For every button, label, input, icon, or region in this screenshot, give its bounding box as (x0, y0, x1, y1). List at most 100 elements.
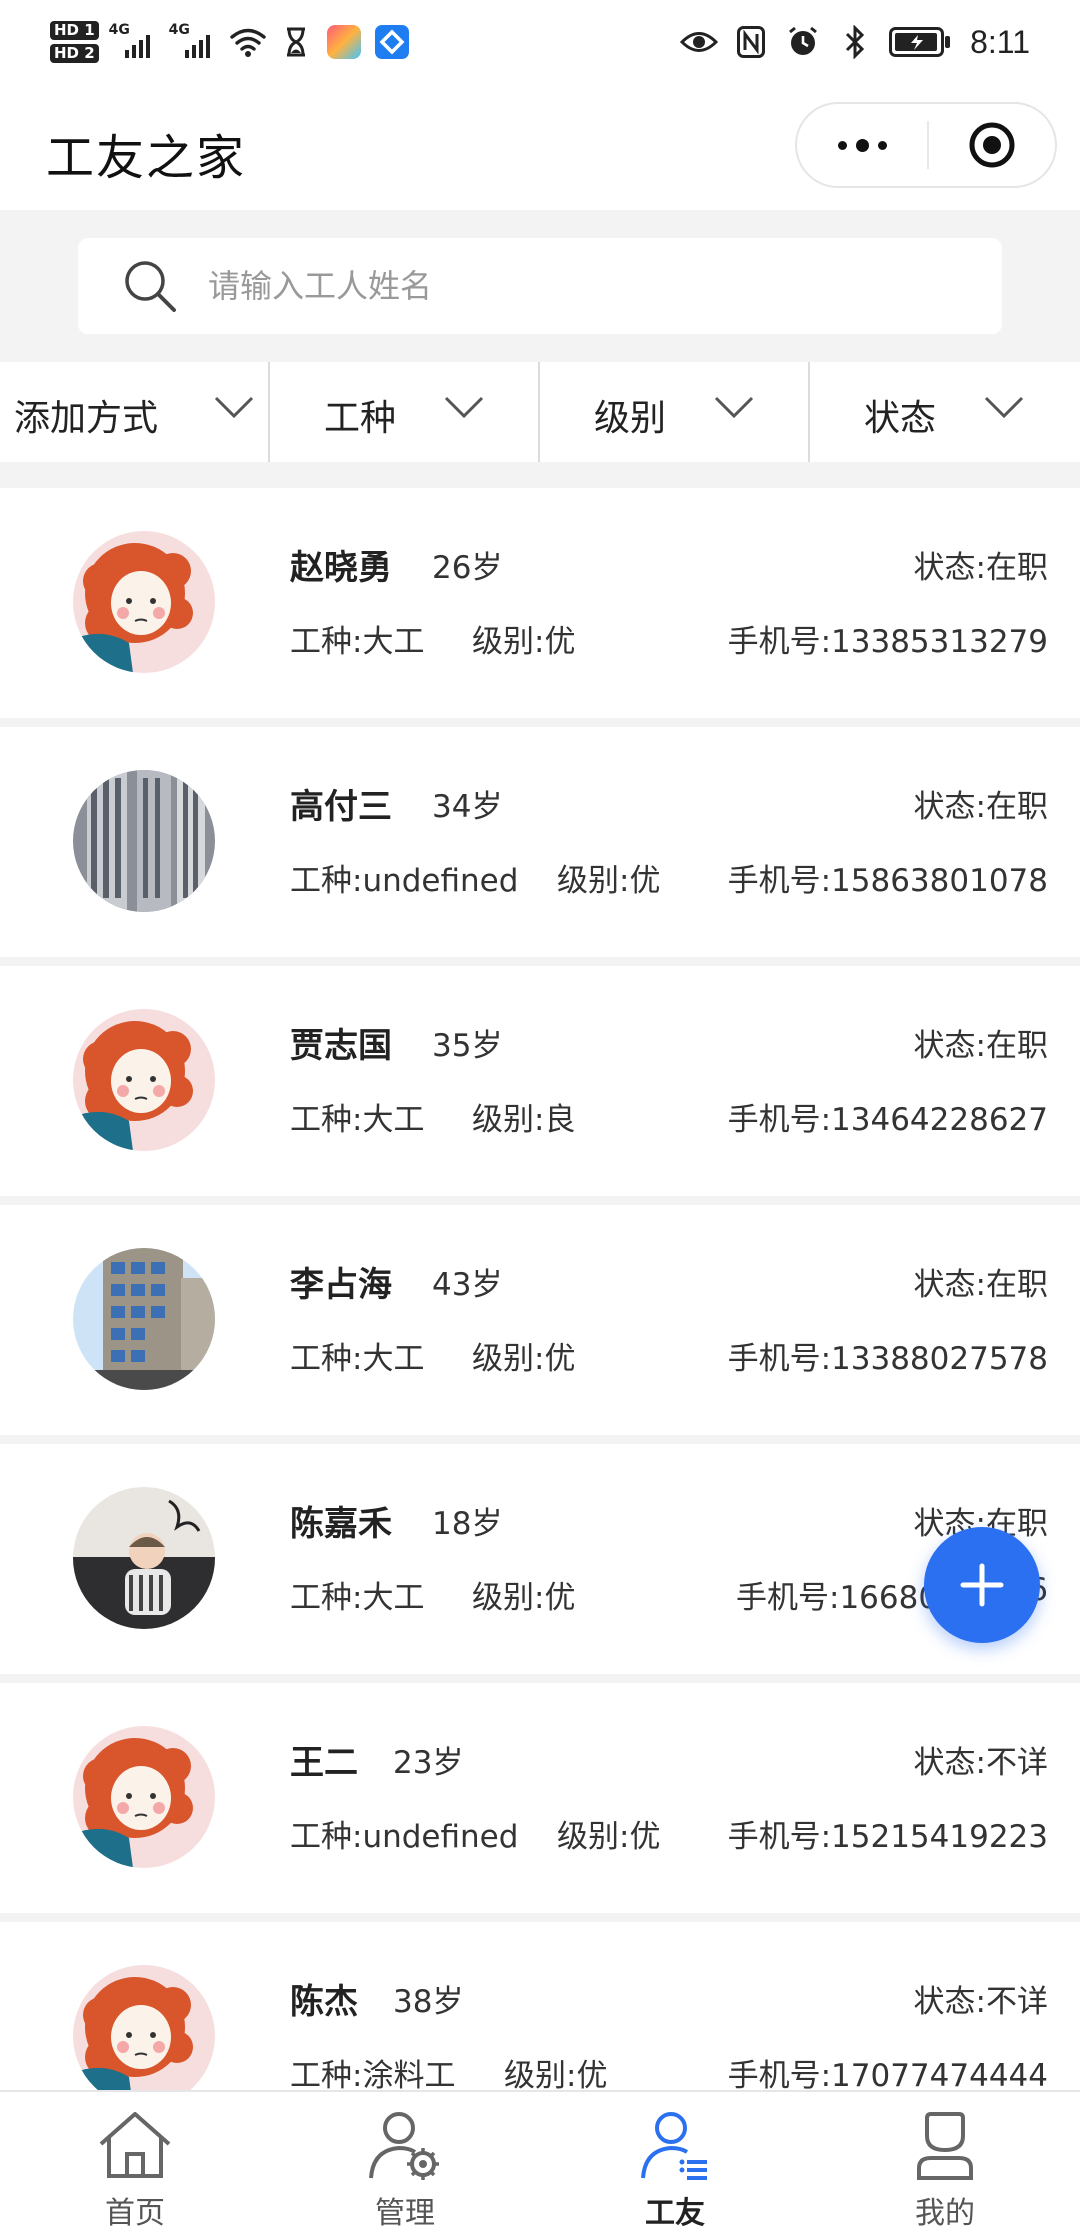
filter-level[interactable]: 级别 (540, 362, 810, 462)
worker-card[interactable]: 李占海 43岁 状态:在职 工种:大工 级别:优 手机号:13388027578 (0, 1205, 1080, 1435)
worker-card[interactable]: 贾志国 35岁 状态:在职 工种:大工 级别:良 手机号:13464228627 (0, 966, 1080, 1196)
worker-type: 工种:大工 (290, 1580, 425, 1616)
tab-label: 管理 (375, 2196, 435, 2231)
avatar (73, 770, 215, 912)
worker-status: 状态:在职 (913, 789, 1048, 825)
sim-badges: HD 1 HD 2 (50, 21, 99, 63)
worker-status: 状态:在职 (913, 1028, 1048, 1064)
worker-status: 状态:在职 (913, 1267, 1048, 1303)
plus-icon (960, 1563, 1004, 1607)
tab-label: 首页 (105, 2196, 165, 2231)
home-icon (99, 2112, 171, 2178)
sim2-badge: HD 2 (50, 44, 99, 63)
tab-manage[interactable]: 管理 (270, 2092, 540, 2240)
worker-name: 高付三 (290, 787, 392, 827)
eye-icon (680, 23, 719, 61)
tab-bar: 首页 管理 工友 我的 (0, 2090, 1080, 2240)
tab-workers[interactable]: 工友 (540, 2092, 810, 2240)
worker-age: 35岁 (432, 1028, 503, 1064)
tab-label: 工友 (645, 2196, 705, 2231)
worker-status: 状态:不详 (913, 1984, 1048, 2020)
tab-home[interactable]: 首页 (0, 2092, 270, 2240)
status-right: 8:11 (680, 12, 1030, 72)
signal-icon: 4G (109, 22, 159, 62)
filter-label: 级别 (594, 398, 667, 439)
worker-phone: 手机号:16680 (736, 1580, 939, 1616)
worker-phone: 手机号:13464228627 (727, 1102, 1048, 1138)
target-icon[interactable] (929, 104, 1055, 186)
filter-spacer (0, 462, 1080, 488)
signal-icon: 4G (169, 22, 219, 62)
search-box[interactable] (78, 238, 1002, 334)
worker-status: 状态:在职 (913, 550, 1048, 586)
worker-age: 26岁 (432, 550, 503, 586)
worker-phone: 手机号:17077474444 (727, 2058, 1048, 2090)
add-worker-button[interactable] (924, 1527, 1040, 1643)
worker-age: 34岁 (432, 789, 503, 825)
worker-type: 工种:涂料工 (290, 2058, 456, 2090)
bluetooth-icon (836, 23, 874, 61)
battery-icon (888, 23, 952, 61)
worker-phone: 手机号:13388027578 (727, 1341, 1048, 1377)
filter-work-type[interactable]: 工种 (270, 362, 540, 462)
status-bar: HD 1 HD 2 4G 4G 8:11 (0, 0, 1080, 82)
filter-add-method[interactable]: 添加方式 (0, 362, 270, 462)
app-icon (325, 23, 363, 61)
worker-age: 23岁 (393, 1745, 464, 1781)
clock-time: 8:11 (970, 23, 1030, 60)
worker-card[interactable]: 高付三 34岁 状态:在职 工种:undefined 级别:优 手机号:1586… (0, 727, 1080, 957)
tab-label: 我的 (915, 2196, 975, 2231)
search-icon (125, 261, 176, 312)
worker-card[interactable]: 陈嘉禾 18岁 状态:在职 工种:大工 级别:优 手机号:16680 6 (0, 1444, 1080, 1674)
tab-mine[interactable]: 我的 (810, 2092, 1080, 2240)
worker-card[interactable]: 赵晓勇 26岁 状态:在职 工种:大工 级别:优 手机号:13385313279 (0, 488, 1080, 718)
avatar (73, 1487, 215, 1629)
worker-type: 工种:大工 (290, 1341, 425, 1377)
avatar (73, 1726, 215, 1868)
worker-name: 贾志国 (290, 1026, 392, 1066)
filter-bar: 添加方式 工种 级别 状态 (0, 362, 1080, 462)
filter-label: 添加方式 (14, 398, 159, 439)
chevron-down-icon (214, 396, 254, 419)
status-left: HD 1 HD 2 4G 4G (50, 12, 411, 72)
avatar (73, 1965, 215, 2090)
worker-level: 级别:优 (472, 1341, 576, 1377)
hourglass-icon (277, 23, 315, 61)
avatar (73, 1248, 215, 1390)
worker-type: 工种:undefined (290, 863, 519, 899)
worker-phone: 手机号:13385313279 (727, 624, 1048, 660)
profile-icon (917, 2112, 973, 2180)
worker-level: 级别:优 (557, 1819, 661, 1855)
worker-name: 陈嘉禾 (290, 1504, 392, 1544)
mini-program-capsule (795, 102, 1057, 188)
title-bar: 工友之家 (0, 82, 1080, 210)
filter-status[interactable]: 状态 (810, 362, 1080, 462)
worker-card[interactable]: 陈杰 38岁 状态:不详 工种:涂料工 级别:优 手机号:17077474444 (0, 1922, 1080, 2090)
worker-phone: 手机号:15215419223 (727, 1819, 1048, 1855)
user-gear-icon (369, 2112, 439, 2180)
worker-name: 王二 (290, 1743, 358, 1783)
worker-age: 38岁 (393, 1984, 464, 2020)
worker-card[interactable]: 王二 23岁 状态:不详 工种:undefined 级别:优 手机号:15215… (0, 1683, 1080, 1913)
worker-phone: 手机号:15863801078 (727, 863, 1048, 899)
chevron-down-icon (444, 396, 484, 419)
worker-type: 工种:大工 (290, 624, 425, 660)
worker-age: 18岁 (432, 1506, 503, 1542)
worker-level: 级别:优 (472, 1580, 576, 1616)
worker-type: 工种:undefined (290, 1819, 519, 1855)
search-area (0, 210, 1080, 362)
worker-level: 级别:优 (557, 863, 661, 899)
page-title: 工友之家 (46, 130, 247, 186)
worker-name: 陈杰 (290, 1982, 358, 2022)
search-input[interactable] (208, 256, 968, 316)
app-icon (373, 23, 411, 61)
worker-level: 级别:优 (504, 2058, 608, 2090)
worker-name: 赵晓勇 (290, 548, 392, 588)
worker-level: 级别:优 (472, 624, 576, 660)
chevron-down-icon (714, 396, 754, 419)
user-list-icon (641, 2112, 707, 2180)
worker-name: 李占海 (290, 1265, 392, 1305)
worker-list: 赵晓勇 26岁 状态:在职 工种:大工 级别:优 手机号:13385313279… (0, 488, 1080, 2090)
more-dots-icon[interactable] (797, 104, 927, 186)
worker-level: 级别:良 (472, 1102, 576, 1138)
